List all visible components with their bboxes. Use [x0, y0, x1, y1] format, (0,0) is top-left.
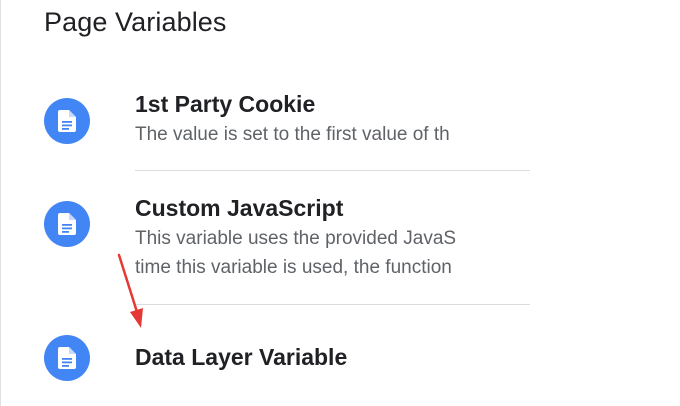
variable-type-item-1st-party-cookie[interactable]: 1st Party Cookie The value is set to the… [0, 86, 680, 170]
document-icon [44, 98, 90, 144]
item-title: 1st Party Cookie [135, 91, 316, 117]
item-text: Data Layer Variable [135, 343, 531, 371]
variable-type-item-data-layer-variable[interactable]: Data Layer Variable [0, 305, 680, 406]
annotation-arrow-icon [117, 253, 143, 328]
item-title: Data Layer Variable [135, 344, 348, 370]
section-title: Page Variables [44, 7, 227, 37]
variable-type-item-custom-javascript[interactable]: Custom JavaScript This variable uses the… [0, 171, 680, 304]
document-icon [44, 335, 90, 381]
page-variables-panel: Page Variables 1st Party Cookie The valu… [0, 0, 680, 406]
item-text: Custom JavaScript This variable uses the… [135, 194, 531, 282]
item-description-line-2: time this variable is used, the function [135, 257, 452, 278]
item-title: Custom JavaScript [135, 195, 344, 221]
item-description-line-1: This variable uses the provided JavaS [135, 228, 457, 249]
document-icon [44, 201, 90, 247]
item-text: 1st Party Cookie The value is set to the… [135, 90, 531, 149]
item-description: The value is set to the first value of t… [135, 124, 450, 145]
